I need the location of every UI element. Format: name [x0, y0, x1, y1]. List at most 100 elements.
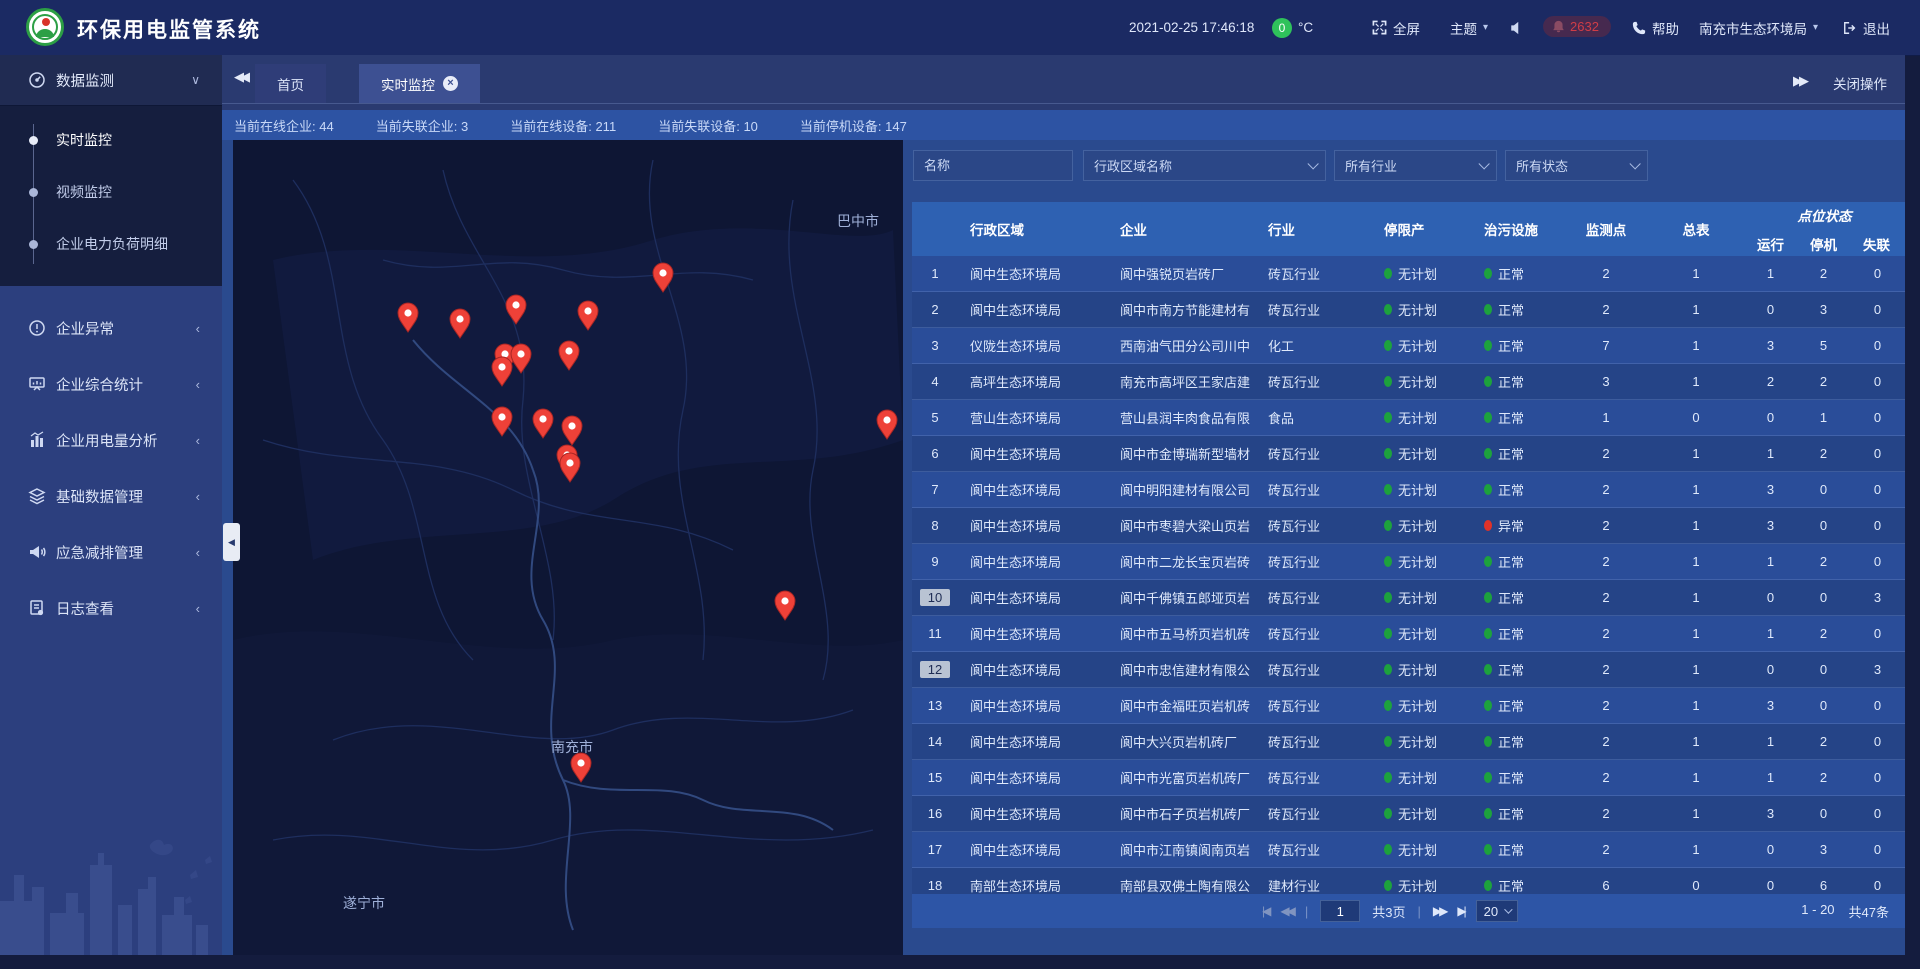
- page-number-input[interactable]: [1320, 900, 1360, 922]
- status-select[interactable]: 所有状态: [1505, 150, 1648, 181]
- table-row[interactable]: 4高坪生态环境局南充市高坪区王家店建砖瓦行业无计划正常31220: [912, 364, 1905, 400]
- tab-realtime-monitor[interactable]: 实时监控 ×: [359, 64, 480, 103]
- table-row[interactable]: 16阆中生态环境局阆中市石子页岩机砖厂砖瓦行业无计划正常21300: [912, 796, 1905, 832]
- sidebar-item-base-data[interactable]: 基础数据管理 ‹: [0, 468, 222, 524]
- cell-sewage: 正常: [1472, 652, 1564, 687]
- cell-sewage: 正常: [1472, 616, 1564, 651]
- last-page-icon[interactable]: ▶|: [1457, 904, 1463, 918]
- cell-industry: 砖瓦行业: [1256, 436, 1372, 471]
- cell-meters: 1: [1648, 724, 1744, 759]
- cell-points: 2: [1564, 508, 1648, 543]
- cell-limit: 无计划: [1372, 508, 1472, 543]
- cell-limit: 无计划: [1372, 472, 1472, 507]
- logout-icon: [1843, 21, 1857, 35]
- help-button[interactable]: 帮助: [1632, 0, 1679, 55]
- cell-stop: 2: [1797, 544, 1850, 579]
- table-row[interactable]: 13阆中生态环境局阆中市金福旺页岩机砖砖瓦行业无计划正常21300: [912, 688, 1905, 724]
- sidebar-item-power-load-detail[interactable]: 企业电力负荷明细: [0, 218, 222, 270]
- page-size-select[interactable]: 20: [1476, 900, 1518, 922]
- cell-lost: 0: [1850, 436, 1905, 471]
- cell-region: 阆中生态环境局: [958, 544, 1108, 579]
- cell-company: 南部县双佛土陶有限公: [1108, 868, 1256, 894]
- table-row[interactable]: 17阆中生态环境局阆中市江南镇阆南页岩砖瓦行业无计划正常21030: [912, 832, 1905, 868]
- sidebar-item-enterprise-abnormal[interactable]: 企业异常 ‹: [0, 300, 222, 356]
- table-row[interactable]: 14阆中生态环境局阆中大兴页岩机砖厂砖瓦行业无计划正常21120: [912, 724, 1905, 760]
- cell-points: 6: [1564, 868, 1648, 894]
- cell-industry: 砖瓦行业: [1256, 508, 1372, 543]
- tab-close-icon[interactable]: ×: [443, 76, 458, 91]
- table-row[interactable]: 7阆中生态环境局阆中明阳建材有限公司砖瓦行业无计划正常21300: [912, 472, 1905, 508]
- status-dot-icon: [1384, 700, 1392, 711]
- status-dot-icon: [1384, 520, 1392, 531]
- region-select[interactable]: 行政区域名称: [1083, 150, 1326, 181]
- cell-company: 阆中千佛镇五郎垭页岩: [1108, 580, 1256, 615]
- sidebar-item-video-monitor[interactable]: 视频监控: [0, 166, 222, 218]
- cell-lost: 0: [1850, 796, 1905, 831]
- notification-badge[interactable]: 2632: [1543, 16, 1611, 37]
- map-panel[interactable]: 巴中市南充市遂宁市: [233, 140, 903, 955]
- tabs-scroll-right-icon[interactable]: ▶▶: [1793, 73, 1805, 89]
- cell-sewage: 正常: [1472, 544, 1564, 579]
- tab-bar: ◀◀ 首页 实时监控 × ▶▶ 关闭操作: [222, 55, 1905, 110]
- sidebar-item-emergency-reduction[interactable]: 应急减排管理 ‹: [0, 524, 222, 580]
- cell-points: 2: [1564, 472, 1648, 507]
- prev-page-icon[interactable]: ◀◀: [1280, 904, 1292, 918]
- sidebar-item-data-monitor[interactable]: 数据监测 ∨: [0, 55, 222, 106]
- cell-sewage: 正常: [1472, 724, 1564, 759]
- table-row[interactable]: 2阆中生态环境局阆中市南方节能建材有砖瓦行业无计划正常21030: [912, 292, 1905, 328]
- sidebar-item-enterprise-stats[interactable]: 企业综合统计 ‹: [0, 356, 222, 412]
- cell-stop: 2: [1797, 724, 1850, 759]
- table-row[interactable]: 9阆中生态环境局阆中市二龙长宝页岩砖砖瓦行业无计划正常21120: [912, 544, 1905, 580]
- table-row[interactable]: 10阆中生态环境局阆中千佛镇五郎垭页岩砖瓦行业无计划正常21003: [912, 580, 1905, 616]
- name-search-input-box[interactable]: [913, 150, 1073, 181]
- cell-index: 1: [912, 256, 958, 291]
- table-row[interactable]: 15阆中生态环境局阆中市光富页岩机砖厂砖瓦行业无计划正常21120: [912, 760, 1905, 796]
- cell-run: 0: [1744, 652, 1797, 687]
- status-dot-icon: [1484, 520, 1492, 531]
- cell-region: 阆中生态环境局: [958, 436, 1108, 471]
- cell-sewage: 正常: [1472, 796, 1564, 831]
- cell-industry: 砖瓦行业: [1256, 796, 1372, 831]
- logout-button[interactable]: 退出: [1843, 0, 1890, 55]
- audio-mute-button[interactable]: [1510, 0, 1523, 55]
- chevron-down-icon: ▾: [1483, 22, 1488, 33]
- cell-index: 3: [912, 328, 958, 363]
- table-row[interactable]: 12阆中生态环境局阆中市忠信建材有限公砖瓦行业无计划正常21003: [912, 652, 1905, 688]
- cityscape-decoration: [0, 805, 222, 955]
- table-row[interactable]: 1阆中生态环境局阆中强锐页岩砖厂砖瓦行业无计划正常21120: [912, 256, 1905, 292]
- sidebar-collapse-handle[interactable]: ◀: [223, 523, 240, 561]
- cell-region: 阆中生态环境局: [958, 292, 1108, 327]
- cell-index: 15: [912, 760, 958, 795]
- org-dropdown[interactable]: 南充市生态环境局▾: [1699, 0, 1818, 55]
- status-dot-icon: [1484, 448, 1492, 459]
- cell-region: 阆中生态环境局: [958, 508, 1108, 543]
- cell-stop: 2: [1797, 760, 1850, 795]
- table-row[interactable]: 5营山生态环境局营山县润丰肉食品有限食品无计划正常10010: [912, 400, 1905, 436]
- cell-meters: 1: [1648, 760, 1744, 795]
- name-search-input[interactable]: [924, 158, 1062, 173]
- header-limit: 停限产: [1372, 202, 1472, 256]
- cell-region: 阆中生态环境局: [958, 616, 1108, 651]
- table-row[interactable]: 8阆中生态环境局阆中市枣碧大梁山页岩砖瓦行业无计划异常21300: [912, 508, 1905, 544]
- tab-home[interactable]: 首页: [255, 64, 326, 103]
- sidebar-item-log-view[interactable]: 日志查看 ‹: [0, 580, 222, 636]
- cell-run: 1: [1744, 616, 1797, 651]
- fullscreen-button[interactable]: 全屏: [1372, 0, 1420, 55]
- theme-dropdown[interactable]: 主题▾: [1450, 0, 1488, 55]
- table-row[interactable]: 11阆中生态环境局阆中市五马桥页岩机砖砖瓦行业无计划正常21120: [912, 616, 1905, 652]
- cell-limit: 无计划: [1372, 724, 1472, 759]
- cell-industry: 砖瓦行业: [1256, 256, 1372, 291]
- cell-points: 2: [1564, 760, 1648, 795]
- close-operations-button[interactable]: 关闭操作: [1833, 73, 1887, 93]
- cell-sewage: 正常: [1472, 580, 1564, 615]
- sidebar-item-realtime-monitor[interactable]: 实时监控: [0, 114, 222, 166]
- cell-company: 阆中市金博瑞新型墙材: [1108, 436, 1256, 471]
- sidebar-item-power-analysis[interactable]: 企业用电量分析 ‹: [0, 412, 222, 468]
- tabs-scroll-left-icon[interactable]: ◀◀: [234, 69, 246, 85]
- table-row[interactable]: 6阆中生态环境局阆中市金博瑞新型墙材砖瓦行业无计划正常21120: [912, 436, 1905, 472]
- first-page-icon[interactable]: |◀: [1262, 904, 1268, 918]
- industry-select[interactable]: 所有行业: [1334, 150, 1497, 181]
- next-page-icon[interactable]: ▶▶: [1433, 904, 1445, 918]
- table-row[interactable]: 18南部生态环境局南部县双佛土陶有限公建材行业无计划正常60060: [912, 868, 1905, 894]
- table-row[interactable]: 3仪陇生态环境局西南油气田分公司川中化工无计划正常71350: [912, 328, 1905, 364]
